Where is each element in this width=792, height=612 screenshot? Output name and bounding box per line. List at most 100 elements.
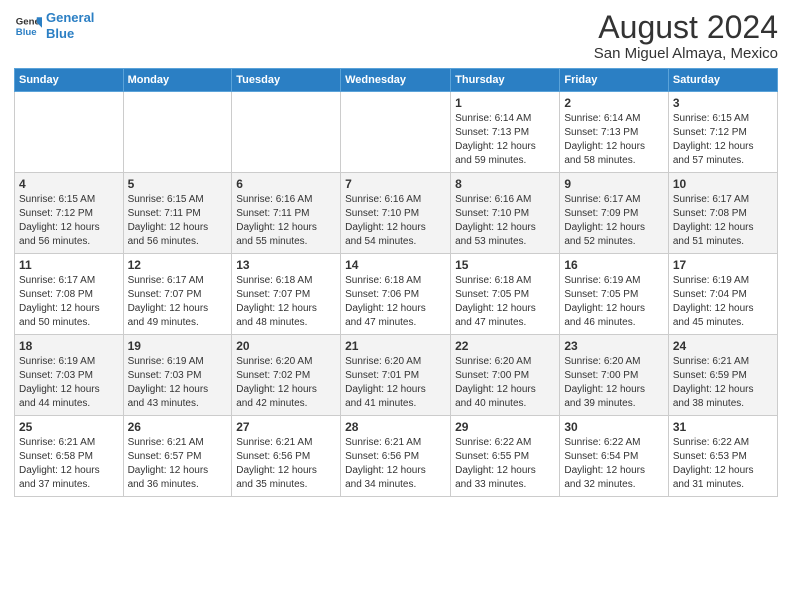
day-number: 25 — [19, 420, 119, 434]
day-number: 12 — [128, 258, 228, 272]
calendar-day: 18Sunrise: 6:19 AM Sunset: 7:03 PM Dayli… — [15, 335, 124, 416]
day-number: 17 — [673, 258, 773, 272]
calendar-week-1: 1 Sunrise: 6:14 AM Sunset: 7:13 PM Daylig… — [15, 92, 778, 173]
calendar-day: 25 Sunrise: 6:21 AM Sunset: 6:58 PM Dayli… — [15, 416, 124, 497]
day-number: 13 — [236, 258, 336, 272]
calendar-day: 12 Sunrise: 6:17 AM Sunset: 7:07 PM Dayli… — [123, 254, 232, 335]
day-info: Sunrise: 6:19 AM Sunset: 7:05 PM Dayligh… — [564, 274, 664, 330]
calendar-week-2: 4 Sunrise: 6:15 AM Sunset: 7:12 PM Daylig… — [15, 173, 778, 254]
calendar-day: 2 Sunrise: 6:14 AM Sunset: 7:13 PM Daylig… — [560, 92, 669, 173]
calendar-day — [232, 92, 341, 173]
day-info: Sunrise: 6:16 AM Sunset: 7:11 PM Dayligh… — [236, 193, 336, 249]
day-info: Sunrise: 6:19 AM Sunset: 7:04 PM Dayligh… — [673, 274, 773, 330]
day-info: Sunrise: 6:19 AM Sunset: 7:03 PM Dayligh… — [128, 355, 228, 411]
day-number: 16 — [564, 258, 664, 272]
calendar-day: 9Sunrise: 6:17 AM Sunset: 7:09 PM Daylig… — [560, 173, 669, 254]
day-header-wednesday: Wednesday — [341, 69, 451, 92]
calendar-day: 21 Sunrise: 6:20 AM Sunset: 7:01 PM Dayli… — [341, 335, 451, 416]
calendar-day: 14 Sunrise: 6:18 AM Sunset: 7:06 PM Dayli… — [341, 254, 451, 335]
calendar-day: 13 Sunrise: 6:18 AM Sunset: 7:07 PM Dayli… — [232, 254, 341, 335]
title-block: August 2024 San Miguel Almaya, Mexico — [594, 10, 778, 62]
logo: General Blue General Blue — [14, 10, 94, 41]
page-title: August 2024 — [594, 10, 778, 45]
day-info: Sunrise: 6:21 AM Sunset: 6:57 PM Dayligh… — [128, 436, 228, 492]
day-number: 31 — [673, 420, 773, 434]
day-header-thursday: Thursday — [451, 69, 560, 92]
calendar-day: 11Sunrise: 6:17 AM Sunset: 7:08 PM Dayli… — [15, 254, 124, 335]
calendar-day: 19Sunrise: 6:19 AM Sunset: 7:03 PM Dayli… — [123, 335, 232, 416]
day-info: Sunrise: 6:18 AM Sunset: 7:05 PM Dayligh… — [455, 274, 555, 330]
calendar-day: 27Sunrise: 6:21 AM Sunset: 6:56 PM Dayli… — [232, 416, 341, 497]
day-number: 18 — [19, 339, 119, 353]
day-number: 10 — [673, 177, 773, 191]
calendar-week-3: 11Sunrise: 6:17 AM Sunset: 7:08 PM Dayli… — [15, 254, 778, 335]
calendar-day: 31 Sunrise: 6:22 AM Sunset: 6:53 PM Dayli… — [668, 416, 777, 497]
day-header-monday: Monday — [123, 69, 232, 92]
day-info: Sunrise: 6:14 AM Sunset: 7:13 PM Dayligh… — [455, 112, 555, 168]
day-info: Sunrise: 6:14 AM Sunset: 7:13 PM Dayligh… — [564, 112, 664, 168]
calendar-day: 23 Sunrise: 6:20 AM Sunset: 7:00 PM Dayli… — [560, 335, 669, 416]
day-number: 4 — [19, 177, 119, 191]
calendar-day: 5Sunrise: 6:15 AM Sunset: 7:11 PM Daylig… — [123, 173, 232, 254]
day-info: Sunrise: 6:22 AM Sunset: 6:54 PM Dayligh… — [564, 436, 664, 492]
day-info: Sunrise: 6:15 AM Sunset: 7:11 PM Dayligh… — [128, 193, 228, 249]
calendar-day: 28Sunrise: 6:21 AM Sunset: 6:56 PM Dayli… — [341, 416, 451, 497]
day-info: Sunrise: 6:18 AM Sunset: 7:07 PM Dayligh… — [236, 274, 336, 330]
calendar-day: 20Sunrise: 6:20 AM Sunset: 7:02 PM Dayli… — [232, 335, 341, 416]
calendar-day: 10 Sunrise: 6:17 AM Sunset: 7:08 PM Dayli… — [668, 173, 777, 254]
day-number: 23 — [564, 339, 664, 353]
day-info: Sunrise: 6:20 AM Sunset: 7:00 PM Dayligh… — [564, 355, 664, 411]
page-subtitle: San Miguel Almaya, Mexico — [594, 45, 778, 62]
calendar-day: 8Sunrise: 6:16 AM Sunset: 7:10 PM Daylig… — [451, 173, 560, 254]
calendar-day: 3 Sunrise: 6:15 AM Sunset: 7:12 PM Daylig… — [668, 92, 777, 173]
day-header-friday: Friday — [560, 69, 669, 92]
calendar-day: 16 Sunrise: 6:19 AM Sunset: 7:05 PM Dayli… — [560, 254, 669, 335]
day-number: 27 — [236, 420, 336, 434]
day-info: Sunrise: 6:21 AM Sunset: 6:59 PM Dayligh… — [673, 355, 773, 411]
day-number: 3 — [673, 96, 773, 110]
calendar-day: 4 Sunrise: 6:15 AM Sunset: 7:12 PM Daylig… — [15, 173, 124, 254]
calendar-week-4: 18 Sunrise: 6:19 AM Sunset: 7:03 PM Dayli… — [15, 335, 778, 416]
day-number: 1 — [455, 96, 555, 110]
calendar-day: 7 Sunrise: 6:16 AM Sunset: 7:10 PM Daylig… — [341, 173, 451, 254]
day-header-saturday: Saturday — [668, 69, 777, 92]
day-info: Sunrise: 6:17 AM Sunset: 7:09 PM Dayligh… — [564, 193, 664, 249]
calendar-day — [15, 92, 124, 173]
day-header-sunday: Sunday — [15, 69, 124, 92]
logo-blue: Blue — [46, 26, 74, 41]
day-info: Sunrise: 6:17 AM Sunset: 7:08 PM Dayligh… — [673, 193, 773, 249]
day-info: Sunrise: 6:22 AM Sunset: 6:53 PM Dayligh… — [673, 436, 773, 492]
day-info: Sunrise: 6:18 AM Sunset: 7:06 PM Dayligh… — [345, 274, 446, 330]
day-number: 7 — [345, 177, 446, 191]
day-info: Sunrise: 6:20 AM Sunset: 7:01 PM Dayligh… — [345, 355, 446, 411]
calendar-day: 29Sunrise: 6:22 AM Sunset: 6:55 PM Dayli… — [451, 416, 560, 497]
calendar-day — [123, 92, 232, 173]
day-number: 6 — [236, 177, 336, 191]
calendar-table: SundayMondayTuesdayWednesdayThursdayFrid… — [14, 68, 778, 497]
day-header-tuesday: Tuesday — [232, 69, 341, 92]
day-info: Sunrise: 6:20 AM Sunset: 7:02 PM Dayligh… — [236, 355, 336, 411]
day-number: 14 — [345, 258, 446, 272]
day-number: 2 — [564, 96, 664, 110]
calendar-day: 1 Sunrise: 6:14 AM Sunset: 7:13 PM Daylig… — [451, 92, 560, 173]
logo-icon: General Blue — [14, 12, 42, 40]
header: General Blue General Blue August 2024 Sa… — [14, 10, 778, 62]
day-info: Sunrise: 6:16 AM Sunset: 7:10 PM Dayligh… — [345, 193, 446, 249]
page-container: General Blue General Blue August 2024 Sa… — [0, 0, 792, 503]
day-info: Sunrise: 6:17 AM Sunset: 7:07 PM Dayligh… — [128, 274, 228, 330]
day-info: Sunrise: 6:20 AM Sunset: 7:00 PM Dayligh… — [455, 355, 555, 411]
calendar-day: 22Sunrise: 6:20 AM Sunset: 7:00 PM Dayli… — [451, 335, 560, 416]
day-info: Sunrise: 6:15 AM Sunset: 7:12 PM Dayligh… — [673, 112, 773, 168]
day-number: 21 — [345, 339, 446, 353]
logo-text: General Blue — [46, 10, 94, 41]
day-number: 30 — [564, 420, 664, 434]
calendar-day: 24 Sunrise: 6:21 AM Sunset: 6:59 PM Dayli… — [668, 335, 777, 416]
calendar-day — [341, 92, 451, 173]
day-info: Sunrise: 6:15 AM Sunset: 7:12 PM Dayligh… — [19, 193, 119, 249]
day-number: 29 — [455, 420, 555, 434]
day-info: Sunrise: 6:21 AM Sunset: 6:56 PM Dayligh… — [345, 436, 446, 492]
day-number: 24 — [673, 339, 773, 353]
day-info: Sunrise: 6:21 AM Sunset: 6:58 PM Dayligh… — [19, 436, 119, 492]
logo-general: General — [46, 10, 94, 25]
day-number: 11 — [19, 258, 119, 272]
